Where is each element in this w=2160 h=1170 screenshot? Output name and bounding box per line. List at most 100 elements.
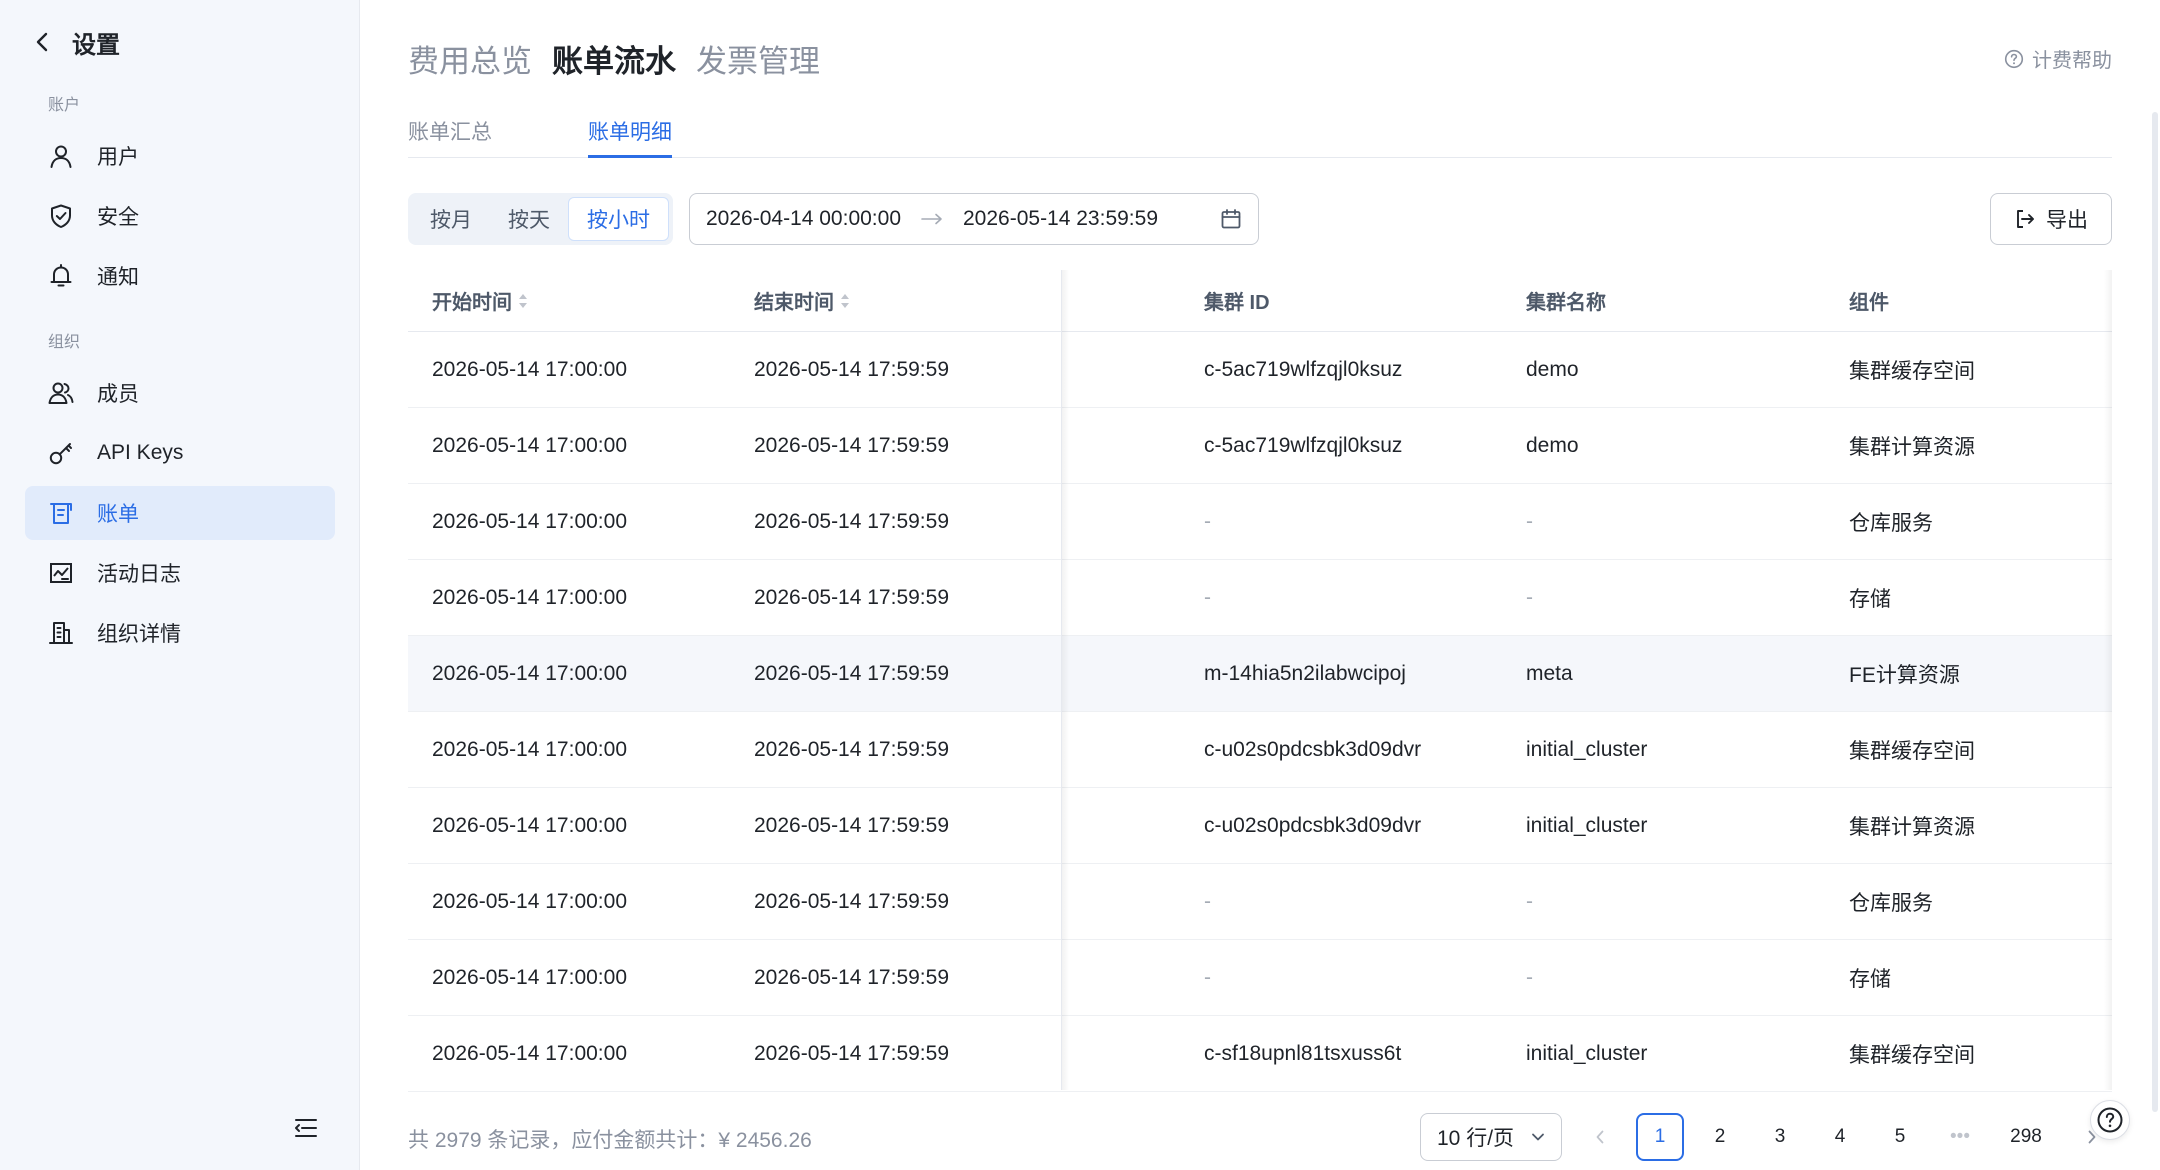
table-row[interactable]: 2026-05-14 17:00:00 2026-05-14 17:59:59 - -… xyxy=(408,940,2112,1016)
page-ellipsis[interactable]: ••• xyxy=(1936,1113,1984,1161)
sidebar-item-api-keys[interactable]: API Keys xyxy=(25,426,335,480)
tab-billing-flow[interactable]: 账单流水 xyxy=(552,36,676,81)
page-button-1[interactable]: 1 xyxy=(1636,1113,1684,1161)
tab-invoice-management[interactable]: 发票管理 xyxy=(696,36,820,81)
shield-icon xyxy=(47,202,75,230)
table-row[interactable]: 2026-05-14 17:00:00 2026-05-14 17:59:59 c-… xyxy=(408,332,2112,408)
bell-icon xyxy=(47,262,75,290)
cell-cluster-id: - xyxy=(1204,889,1211,913)
subtab-bill-details[interactable]: 账单明细 xyxy=(588,116,672,146)
cell-end-time: 2026-05-14 17:59:59 xyxy=(754,661,949,685)
cell-cluster-name: - xyxy=(1526,965,1533,989)
page-button-last[interactable]: 298 xyxy=(1996,1113,2056,1161)
sidebar-item-label: 成员 xyxy=(97,383,139,406)
chevron-left-icon xyxy=(30,29,56,55)
cell-end-time: 2026-05-14 17:59:59 xyxy=(754,737,949,761)
sidebar-item-org-details[interactable]: 组织详情 xyxy=(25,606,335,660)
table-row[interactable]: 2026-05-14 17:00:00 2026-05-14 17:59:59 m-… xyxy=(408,636,2112,712)
activity-chart-icon xyxy=(47,559,75,587)
cell-end-time: 2026-05-14 17:59:59 xyxy=(754,433,949,457)
table-body: 2026-05-14 17:00:00 2026-05-14 17:59:59 c-… xyxy=(408,332,2112,1092)
sidebar: 设置 账户 用户 安全 通知 组织 成员 API Keys 账单 活动日志 组织… xyxy=(0,0,360,1170)
table-row[interactable]: 2026-05-14 17:00:00 2026-05-14 17:59:59 c-… xyxy=(408,408,2112,484)
cell-start-time: 2026-05-14 17:00:00 xyxy=(432,813,627,837)
settings-back-button[interactable]: 设置 xyxy=(30,24,120,60)
range-start-input[interactable]: 2026-04-14 00:00:00 xyxy=(706,207,901,231)
table-row[interactable]: 2026-05-14 17:00:00 2026-05-14 17:59:59 c-… xyxy=(408,1016,2112,1092)
cell-start-time: 2026-05-14 17:00:00 xyxy=(432,965,627,989)
chevron-down-icon xyxy=(1531,1132,1545,1142)
floating-help-button[interactable] xyxy=(2090,1100,2130,1140)
question-circle-icon xyxy=(2004,49,2024,69)
main-content: 费用总览 账单流水 发票管理 计费帮助 账单汇总 账单明细 按月 按天 按小时 … xyxy=(360,0,2160,1170)
column-header-component: 组件 xyxy=(1849,292,1889,314)
calendar-icon[interactable] xyxy=(1220,208,1242,230)
scroll-edge-shadow xyxy=(2104,270,2112,1090)
cell-cluster-id: - xyxy=(1204,509,1211,533)
sort-icon[interactable] xyxy=(518,293,528,309)
collapse-sidebar-icon[interactable] xyxy=(292,1114,320,1142)
bill-details-table: 开始时间 结束时间 集群 ID 集群名称 组件 2026-05-14 17:00… xyxy=(408,270,2112,1092)
cell-component: 仓库服务 xyxy=(1849,891,1933,915)
granularity-month-button[interactable]: 按月 xyxy=(412,197,490,241)
subtab-bill-summary[interactable]: 账单汇总 xyxy=(408,116,492,146)
granularity-hour-button[interactable]: 按小时 xyxy=(568,197,669,241)
billing-help-link[interactable]: 计费帮助 xyxy=(2004,44,2112,73)
cell-end-time: 2026-05-14 17:59:59 xyxy=(754,889,949,913)
sidebar-item-users[interactable]: 用户 xyxy=(25,129,335,183)
table-row[interactable]: 2026-05-14 17:00:00 2026-05-14 17:59:59 - -… xyxy=(408,484,2112,560)
cell-end-time: 2026-05-14 17:59:59 xyxy=(754,965,949,989)
cell-cluster-id: c-sf18upnl81tsxuss6t xyxy=(1204,1041,1402,1065)
cell-start-time: 2026-05-14 17:00:00 xyxy=(432,737,627,761)
sort-icon[interactable] xyxy=(840,293,850,309)
sidebar-item-label: 通知 xyxy=(97,266,139,289)
column-header-label: 开始时间 xyxy=(432,292,512,314)
range-end-input[interactable]: 2026-05-14 23:59:59 xyxy=(963,207,1158,231)
prev-page-button[interactable] xyxy=(1576,1113,1624,1161)
table-row[interactable]: 2026-05-14 17:00:00 2026-05-14 17:59:59 c-… xyxy=(408,712,2112,788)
top-tabs: 费用总览 账单流水 发票管理 xyxy=(408,36,820,81)
page-button-5[interactable]: 5 xyxy=(1876,1113,1924,1161)
column-header-cluster-name: 集群名称 xyxy=(1526,292,1606,314)
table-row[interactable]: 2026-05-14 17:00:00 2026-05-14 17:59:59 - -… xyxy=(408,864,2112,940)
cell-end-time: 2026-05-14 17:59:59 xyxy=(754,585,949,609)
page-size-select[interactable]: 10 行/页 xyxy=(1420,1113,1562,1161)
page-button-3[interactable]: 3 xyxy=(1756,1113,1804,1161)
cell-component: 存储 xyxy=(1849,587,1891,611)
sidebar-item-notifications[interactable]: 通知 xyxy=(25,249,335,303)
cell-component: 仓库服务 xyxy=(1849,511,1933,535)
cell-end-time: 2026-05-14 17:59:59 xyxy=(754,509,949,533)
sidebar-item-billing[interactable]: 账单 xyxy=(25,486,335,540)
sidebar-item-security[interactable]: 安全 xyxy=(25,189,335,243)
tab-cost-overview[interactable]: 费用总览 xyxy=(408,36,532,81)
export-label: 导出 xyxy=(2046,209,2088,232)
cell-end-time: 2026-05-14 17:59:59 xyxy=(754,357,949,381)
fixed-column-divider xyxy=(1061,270,1069,1090)
sidebar-item-members[interactable]: 成员 xyxy=(25,366,335,420)
sidebar-item-label: 活动日志 xyxy=(97,563,181,586)
page-button-2[interactable]: 2 xyxy=(1696,1113,1744,1161)
date-range-picker[interactable]: 2026-04-14 00:00:00 2026-05-14 23:59:59 xyxy=(689,193,1259,245)
cell-cluster-id: c-5ac719wlfzqjl0ksuz xyxy=(1204,433,1403,457)
sidebar-item-label: API Keys xyxy=(97,441,184,464)
column-header-label: 结束时间 xyxy=(754,292,834,314)
cell-start-time: 2026-05-14 17:00:00 xyxy=(432,1041,627,1065)
cell-cluster-id: - xyxy=(1204,585,1211,609)
records-summary: 共 2979 条记录，应付金额共计：¥ 2456.26 xyxy=(408,1129,812,1152)
cell-cluster-name: demo xyxy=(1526,357,1579,381)
table-row[interactable]: 2026-05-14 17:00:00 2026-05-14 17:59:59 - -… xyxy=(408,560,2112,636)
column-header-start-time[interactable]: 开始时间 xyxy=(432,270,528,331)
cell-start-time: 2026-05-14 17:00:00 xyxy=(432,509,627,533)
column-header-end-time[interactable]: 结束时间 xyxy=(754,270,850,331)
sidebar-item-label: 组织详情 xyxy=(97,623,181,646)
page-button-4[interactable]: 4 xyxy=(1816,1113,1864,1161)
section-label-account: 账户 xyxy=(48,97,81,114)
cell-cluster-name: - xyxy=(1526,889,1533,913)
granularity-day-button[interactable]: 按天 xyxy=(490,197,568,241)
column-header-cluster-id: 集群 ID xyxy=(1204,292,1270,314)
table-row[interactable]: 2026-05-14 17:00:00 2026-05-14 17:59:59 c-… xyxy=(408,788,2112,864)
sidebar-item-label: 账单 xyxy=(97,503,139,526)
sidebar-item-activity-log[interactable]: 活动日志 xyxy=(25,546,335,600)
export-button[interactable]: 导出 xyxy=(1990,193,2112,245)
page-scrollbar[interactable] xyxy=(2152,112,2158,1112)
